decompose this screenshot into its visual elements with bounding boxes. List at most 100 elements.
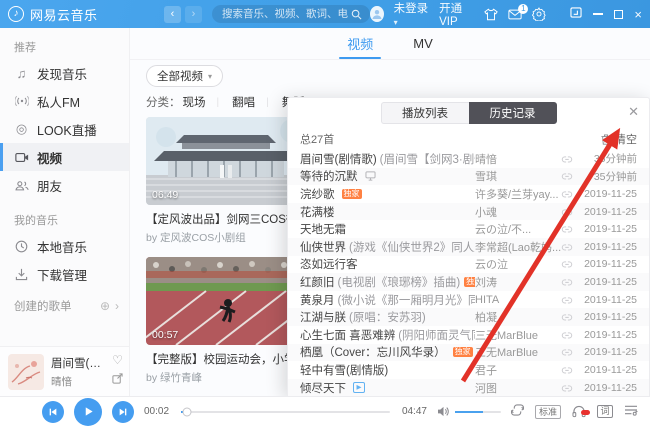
progress-thumb[interactable]	[182, 407, 192, 416]
minimize-button[interactable]	[593, 13, 604, 15]
video-card[interactable]: 06:49 【定风波出品】剑网三COS微电影《眉间 by 定风波COS小剧组	[146, 117, 355, 245]
history-row[interactable]: 黄泉月 (微小说《那一厢明月光》同人曲) HITA 2019-11-25	[288, 291, 649, 309]
playlist-button[interactable]	[624, 403, 638, 421]
song-artist[interactable]: 刘涛	[475, 274, 561, 290]
close-window-button[interactable]: ×	[634, 8, 642, 21]
link-icon[interactable]	[561, 311, 581, 323]
now-playing-title[interactable]: 眉间雪(剧情歌) (眉间雪【剑网3·剧情歌】)	[51, 355, 105, 371]
link-icon[interactable]	[561, 188, 581, 200]
song-artist[interactable]: 河图	[475, 380, 561, 396]
tab-history[interactable]: 历史记录	[468, 102, 557, 124]
link-icon[interactable]	[561, 206, 581, 218]
link-icon[interactable]	[561, 382, 581, 394]
song-artist[interactable]: 君子	[475, 362, 561, 378]
song-artist[interactable]: 晴愔	[475, 151, 561, 167]
category-live[interactable]: 现场	[183, 94, 206, 110]
loop-mode-icon[interactable]	[510, 403, 525, 421]
category-cover[interactable]: 翻唱	[232, 94, 255, 110]
app-logo[interactable]: ♪ 网易云音乐	[8, 5, 128, 24]
sidebar-item-discover-music[interactable]: ♫ 发现音乐	[0, 59, 129, 87]
progress-slider[interactable]	[181, 407, 390, 416]
song-artist[interactable]: 许多葵/兰芽yay...	[475, 186, 561, 202]
history-row[interactable]: 天地无霜 云の泣/不... 2019-11-25	[288, 220, 649, 238]
history-row[interactable]: 浣纱歌 独家 许多葵/兰芽yay... 2019-11-25	[288, 185, 649, 203]
song-artist[interactable]: 三无MarBlue	[475, 344, 561, 360]
previous-button[interactable]	[42, 400, 64, 423]
history-row[interactable]: 倾尽天下 ▶ 河图 2019-11-25	[288, 378, 649, 396]
video-author[interactable]: by 绿竹青峰	[146, 370, 306, 385]
forward-button[interactable]: ›	[185, 5, 202, 23]
message-icon[interactable]: 1	[508, 3, 529, 20]
song-artist[interactable]: 云の泣	[475, 256, 561, 272]
add-playlist-icon[interactable]: ⊕	[100, 299, 110, 313]
tab-video[interactable]: 视频	[345, 28, 375, 59]
album-art[interactable]	[8, 353, 44, 390]
volume-icon[interactable]	[437, 406, 450, 417]
link-icon[interactable]	[561, 223, 581, 235]
chevron-right-icon[interactable]: ›	[115, 299, 119, 313]
song-artist[interactable]: 柏凝	[475, 309, 561, 325]
theme-shirt-icon[interactable]	[484, 8, 499, 21]
now-playing-artist[interactable]: 晴愔	[51, 374, 105, 389]
song-artist[interactable]: 小魂	[475, 204, 561, 220]
history-row[interactable]: 红颜旧 (电视剧《琅琊榜》插曲) 独家▶ 刘涛 2019-11-25	[288, 273, 649, 291]
sidebar-item-friends[interactable]: 朋友	[0, 171, 129, 199]
sidebar-item-video[interactable]: 视频	[0, 143, 129, 171]
history-row[interactable]: 仙侠世界 (游戏《仙侠世界2》同人主题曲) 独家 李常超(Lao乾妈... 20…	[288, 237, 649, 256]
tab-play-queue[interactable]: 播放列表	[380, 102, 469, 124]
all-videos-dropdown[interactable]: 全部视频 ▾	[146, 65, 224, 87]
share-icon[interactable]	[112, 371, 123, 389]
now-playing-mini[interactable]: 眉间雪(剧情歌) (眉间雪【剑网3·剧情歌】) 晴愔 ♡	[0, 346, 129, 396]
video-author[interactable]: by 定风波COS小剧组	[146, 230, 306, 245]
mini-mode-icon[interactable]	[570, 7, 582, 21]
song-artist[interactable]: 云の泣/不...	[475, 221, 561, 237]
link-icon[interactable]	[561, 170, 581, 182]
sidebar-item-personal-fm[interactable]: 私人FM	[0, 87, 129, 115]
link-icon[interactable]	[561, 153, 581, 165]
history-row[interactable]: 等待的沉默 雪琪 35分钟前	[288, 167, 649, 186]
link-icon[interactable]	[561, 258, 581, 270]
history-row[interactable]: 花满楼 小魂 2019-11-25	[288, 202, 649, 221]
sidebar-item-download-manager[interactable]: 下载管理	[0, 260, 129, 288]
maximize-button[interactable]	[614, 9, 624, 19]
link-icon[interactable]	[561, 346, 581, 358]
link-icon[interactable]	[561, 294, 581, 306]
quality-button[interactable]: 标准	[534, 404, 561, 419]
lyrics-button[interactable]: 词	[596, 405, 613, 418]
link-icon[interactable]	[561, 329, 581, 341]
play-button[interactable]	[74, 397, 102, 426]
song-artist[interactable]: 三无MarBlue	[475, 327, 561, 343]
volume-slider[interactable]	[454, 410, 501, 413]
clear-history-button[interactable]: 清空	[601, 131, 637, 147]
history-row[interactable]: 轻中有雪(剧情版) 君子 2019-11-25	[288, 361, 649, 379]
history-row[interactable]: 心生七面 喜恶难辨 (阴阳师面灵气同人曲) 独家 三无MarBlue 2019-…	[288, 326, 649, 344]
link-icon[interactable]	[561, 364, 581, 376]
close-panel-icon[interactable]: ✕	[628, 105, 639, 118]
back-button[interactable]: ‹	[164, 5, 181, 23]
history-row[interactable]: 眉间雪(剧情歌) (眉间雪【剑网3·剧情歌】) 晴愔 35分钟前	[288, 150, 649, 168]
video-thumbnail[interactable]: 06:49	[146, 117, 306, 205]
link-icon[interactable]	[561, 276, 581, 288]
link-icon[interactable]	[561, 241, 581, 253]
video-title[interactable]: 【完整版】校园运动会，小学妹动感演绎	[146, 351, 353, 367]
song-artist[interactable]: 雪琪	[475, 168, 561, 184]
settings-gear-icon[interactable]	[532, 7, 547, 21]
history-row[interactable]: 江湖与朕 (原唱：安苏羽) 柏凝 2019-11-25	[288, 308, 649, 326]
history-row[interactable]: 恣如远行客 云の泣 2019-11-25	[288, 256, 649, 274]
login-button[interactable]: 未登录 ▾	[394, 0, 429, 28]
video-card[interactable]: 00:57 【完整版】校园运动会，小学妹动感演绎 by 绿竹青峰	[146, 257, 353, 385]
song-artist[interactable]: 李常超(Lao乾妈...	[475, 239, 561, 255]
like-heart-icon[interactable]: ♡	[112, 354, 123, 366]
sidebar-item-local-music[interactable]: 本地音乐	[0, 232, 129, 260]
tab-mv[interactable]: MV	[411, 30, 435, 57]
sidebar-item-look-live[interactable]: ◎ LOOK直播	[0, 115, 129, 143]
song-artist[interactable]: HITA	[475, 294, 561, 306]
search-input[interactable]	[220, 7, 351, 21]
search-box[interactable]	[212, 5, 370, 23]
created-playlists-header[interactable]: 创建的歌单 ⊕ ›	[0, 298, 129, 314]
video-title[interactable]: 【定风波出品】剑网三COS微电影《眉间	[146, 211, 355, 227]
history-row[interactable]: 栖凰（Cover：忘川风华录） 独家 三无MarBlue 2019-11-25	[288, 343, 649, 362]
video-thumbnail[interactable]: 00:57	[146, 257, 306, 345]
next-button[interactable]	[112, 400, 134, 423]
vip-button[interactable]: 开通VIP	[439, 0, 474, 28]
